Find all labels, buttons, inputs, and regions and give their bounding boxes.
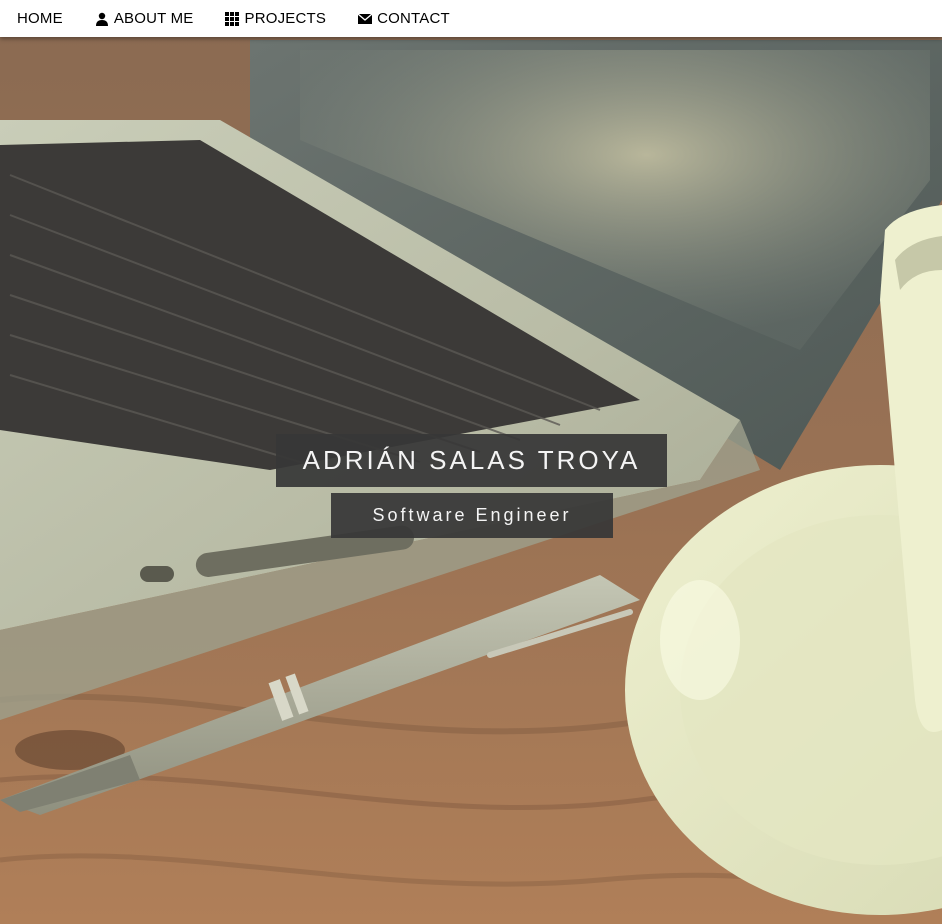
top-navbar: HOME ABOUT ME PROJECTS CONTACT [0,0,942,37]
user-icon [95,12,109,26]
envelope-icon [358,12,373,26]
grid-icon [225,11,240,26]
hero-role: Software Engineer [372,505,572,525]
hero-name-box: ADRIÁN SALAS TROYA [276,434,667,487]
nav-projects-link[interactable]: PROJECTS [209,0,342,37]
nav-contact-label: CONTACT [377,10,450,27]
hero-name: ADRIÁN SALAS TROYA [302,445,641,475]
hero-role-box: Software Engineer [331,493,613,538]
nav-about-link[interactable]: ABOUT ME [79,0,210,37]
nav-projects-label: PROJECTS [244,10,327,27]
nav-contact-link[interactable]: CONTACT [342,0,466,37]
page: HOME ABOUT ME PROJECTS CONTACT ADRIÁN SA… [0,0,942,924]
nav-home-label: HOME [17,10,63,27]
nav-home-link[interactable]: HOME [0,0,79,37]
nav-about-label: ABOUT ME [113,10,194,27]
